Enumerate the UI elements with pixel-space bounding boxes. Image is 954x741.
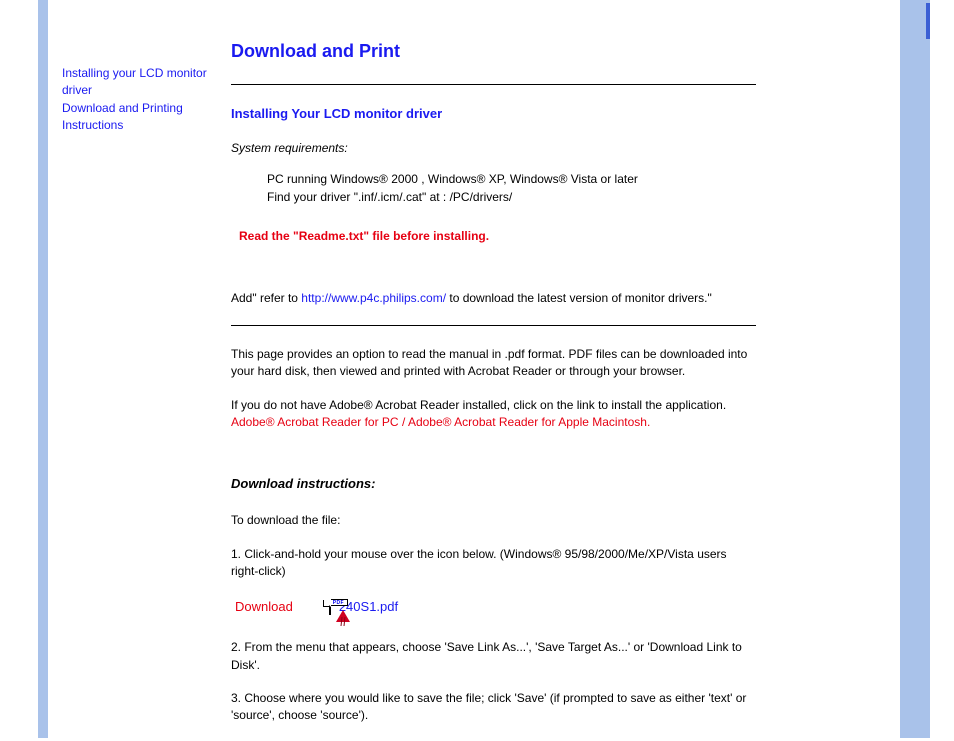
system-requirements-label: System requirements:: [231, 140, 756, 157]
download-instructions-heading: Download instructions:: [231, 475, 756, 494]
text: to download the latest version of monito…: [446, 291, 712, 305]
page-title: Download and Print: [231, 38, 756, 64]
pdf-badge: PDF: [329, 599, 348, 606]
download-lead: To download the file:: [231, 512, 756, 529]
section-install-title: Installing Your LCD monitor driver: [231, 105, 756, 124]
left-accent-stripe: [38, 0, 48, 738]
philips-link[interactable]: http://www.p4c.philips.com/: [301, 291, 446, 305]
pdf-download-block: PDF 240S1.pdf: [329, 598, 398, 617]
readme-warning: Read the "Readme.txt" file before instal…: [239, 228, 756, 245]
right-accent-stripe: [900, 0, 930, 738]
sidebar-nav: Installing your LCD monitor driver Downl…: [62, 65, 212, 135]
divider: [231, 84, 756, 85]
acrobat-mac-link[interactable]: Adobe® Acrobat Reader for Apple Macintos…: [408, 415, 647, 429]
period: .: [647, 415, 650, 429]
pdf-intro-paragraph: This page provides an option to read the…: [231, 346, 756, 381]
download-step-2: 2. From the menu that appears, choose 'S…: [231, 639, 756, 674]
text: Add" refer to: [231, 291, 301, 305]
acrobat-pc-link[interactable]: Adobe® Acrobat Reader for PC: [231, 415, 399, 429]
pdf-file-icon[interactable]: PDF: [329, 599, 331, 616]
acrobat-paragraph: If you do not have Adobe® Acrobat Reader…: [231, 397, 756, 432]
sidebar-link-download-print[interactable]: Download and Printing Instructions: [62, 101, 183, 132]
requirement-item: Find your driver ".inf/.icm/.cat" at : /…: [267, 189, 756, 206]
download-label: Download: [235, 598, 293, 617]
requirements-list: PC running Windows® 2000 , Windows® XP, …: [267, 171, 756, 206]
divider: [231, 325, 756, 326]
requirement-item: PC running Windows® 2000 , Windows® XP, …: [267, 171, 756, 188]
right-accent-mark: [926, 3, 930, 39]
sidebar-link-install-driver[interactable]: Installing your LCD monitor driver: [62, 66, 207, 97]
download-row: Download PDF 240S1.pdf: [235, 598, 756, 617]
separator: /: [399, 415, 408, 429]
download-drivers-note: Add" refer to http://www.p4c.philips.com…: [231, 290, 756, 307]
main-content: Download and Print Installing Your LCD m…: [231, 38, 756, 741]
download-step-1: 1. Click-and-hold your mouse over the ic…: [231, 546, 756, 581]
text: If you do not have Adobe® Acrobat Reader…: [231, 398, 726, 412]
download-step-3: 3. Choose where you would like to save t…: [231, 690, 756, 725]
